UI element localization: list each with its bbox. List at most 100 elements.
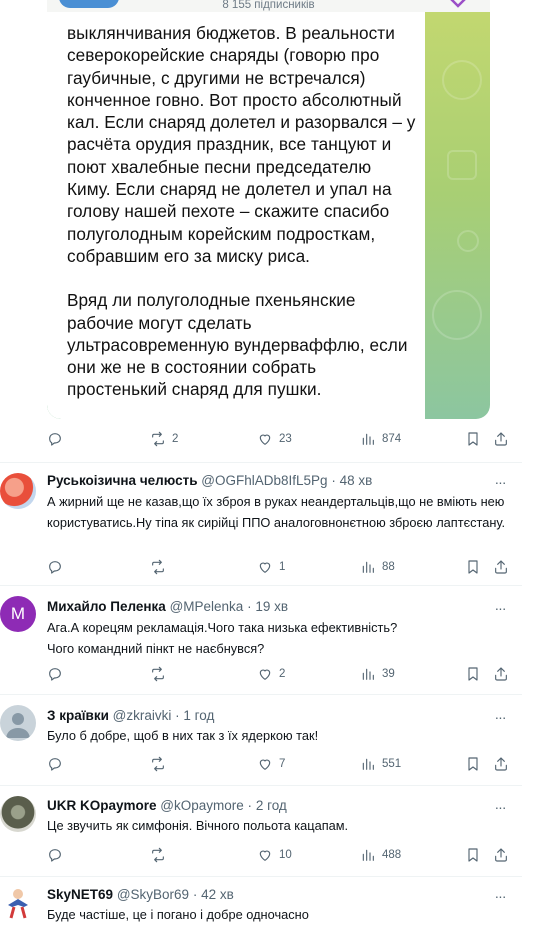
like-button[interactable]: 1: [257, 556, 285, 578]
bookmark-icon: [468, 848, 478, 862]
message-paragraph: выклянчивания бюджетов. В реальности сев…: [67, 23, 416, 266]
reply-header: Михайло Пеленка @MPelenka · 19 хв: [47, 599, 288, 614]
user-handle[interactable]: @SkyBor69: [117, 887, 189, 902]
reply-tweet[interactable]: Руськоізична челюсть @OGFhlADb8IfL5Pg · …: [0, 462, 522, 584]
user-handle[interactable]: @kOpaymore: [160, 798, 243, 813]
analytics-icon: [362, 758, 374, 770]
view-count: 488: [382, 849, 402, 861]
default-profile-icon: [6, 713, 30, 738]
reply-button[interactable]: [47, 663, 63, 685]
like-button[interactable]: 10: [257, 844, 292, 866]
view-count: 874: [382, 433, 402, 445]
reply-button[interactable]: [47, 753, 63, 775]
like-count: 7: [279, 758, 286, 770]
bookmark-icon: [468, 757, 478, 771]
display-name[interactable]: З краївки: [47, 708, 109, 723]
reply-text: Ага.А корецям рекламація.Чого така низьк…: [47, 620, 398, 656]
separator: ·: [247, 798, 253, 813]
views-button[interactable]: 39: [360, 663, 395, 685]
share-icon: [495, 667, 507, 681]
like-button[interactable]: 2: [257, 663, 285, 685]
avatar[interactable]: M: [0, 596, 36, 632]
message-paragraph: Вряд ли полуголодные пхеньянские рабочие…: [67, 290, 408, 400]
avatar[interactable]: [0, 473, 36, 509]
separator: ·: [192, 887, 198, 902]
reply-button[interactable]: [47, 844, 63, 866]
timestamp[interactable]: 2 год: [256, 798, 287, 813]
views-button[interactable]: 488: [360, 844, 401, 866]
repost-button[interactable]: [150, 844, 172, 866]
repost-count: 2: [172, 433, 179, 445]
like-count: 23: [279, 433, 292, 445]
embedded-telegram-screenshot[interactable]: 8 155 підписників выклянчивания бюджетов…: [47, 0, 490, 419]
more-options-button[interactable]: ···: [492, 799, 508, 815]
avatar[interactable]: [0, 796, 36, 832]
more-options-button[interactable]: ···: [492, 474, 508, 490]
bookmark-button[interactable]: [465, 753, 481, 775]
bookmark-button[interactable]: [465, 428, 481, 450]
timestamp[interactable]: 42 хв: [201, 887, 234, 902]
reply-action-bar: 2 39: [0, 663, 522, 685]
views-button[interactable]: 874: [360, 428, 401, 450]
repost-icon: [152, 756, 164, 772]
more-options-button[interactable]: ···: [492, 709, 508, 725]
reply-header: SkyNET69 @SkyBor69 · 42 хв: [47, 887, 234, 902]
timestamp[interactable]: 19 хв: [255, 599, 288, 614]
repost-icon: [152, 666, 164, 682]
avatar[interactable]: [0, 885, 36, 921]
views-button[interactable]: 88: [360, 556, 395, 578]
timestamp[interactable]: 1 год: [183, 708, 214, 723]
reply-tweet[interactable]: UKR KOpaymore @kOpaymore · 2 год ··· Це …: [0, 785, 522, 875]
repost-button[interactable]: 2: [150, 428, 178, 450]
telegram-message-bubble: выклянчивания бюджетов. В реальности сев…: [47, 12, 425, 419]
heart-icon: [259, 850, 271, 861]
reply-button[interactable]: [47, 428, 63, 450]
share-button[interactable]: [493, 428, 509, 450]
analytics-icon: [362, 561, 374, 573]
share-button[interactable]: [493, 753, 509, 775]
user-handle[interactable]: @zkraivki: [113, 708, 172, 723]
repost-icon: [152, 431, 164, 447]
bookmark-button[interactable]: [465, 556, 481, 578]
share-button[interactable]: [493, 663, 509, 685]
like-count: 2: [279, 668, 286, 680]
bookmark-button[interactable]: [465, 844, 481, 866]
share-button[interactable]: [493, 844, 509, 866]
heart-icon: [259, 759, 271, 770]
repost-button[interactable]: [150, 753, 172, 775]
reply-action-bar: 7 551: [0, 753, 522, 775]
reply-button[interactable]: [47, 556, 63, 578]
post-action-bar: 2 23 874: [0, 428, 522, 450]
timestamp[interactable]: 48 хв: [340, 473, 373, 488]
reply-tweet[interactable]: M Михайло Пеленка @MPelenka · 19 хв ··· …: [0, 585, 522, 693]
repost-button[interactable]: [150, 556, 172, 578]
views-button[interactable]: 551: [360, 753, 401, 775]
display-name[interactable]: Михайло Пеленка: [47, 599, 166, 614]
reply-tweet[interactable]: SkyNET69 @SkyBor69 · 42 хв ··· Буде част…: [0, 876, 522, 932]
more-options-button[interactable]: ···: [492, 600, 508, 616]
like-count: 10: [279, 849, 292, 861]
user-handle[interactable]: @OGFhlADb8IfL5Pg: [201, 473, 327, 488]
like-button[interactable]: 23: [257, 428, 292, 450]
like-button[interactable]: 7: [257, 753, 285, 775]
share-button[interactable]: [493, 556, 509, 578]
display-name[interactable]: Руськоізична челюсть: [47, 473, 198, 488]
reply-action-bar: 1 88: [0, 556, 522, 578]
display-name[interactable]: UKR KOpaymore: [47, 798, 157, 813]
user-handle[interactable]: @MPelenka: [170, 599, 244, 614]
avatar[interactable]: [0, 705, 36, 741]
repost-icon: [152, 847, 164, 863]
repost-button[interactable]: [150, 663, 172, 685]
more-options-button[interactable]: ···: [492, 888, 508, 904]
like-count: 1: [279, 561, 286, 573]
analytics-icon: [362, 668, 374, 680]
bookmark-button[interactable]: [465, 663, 481, 685]
view-count: 88: [382, 561, 395, 573]
bookmark-icon: [468, 432, 478, 446]
display-name[interactable]: SkyNET69: [47, 887, 113, 902]
separator: ·: [331, 473, 336, 488]
avatar-figure-icon: [8, 889, 28, 919]
reply-icon: [49, 758, 61, 771]
reply-tweet[interactable]: З краївки @zkraivki · 1 год ··· Було б д…: [0, 694, 522, 784]
analytics-icon: [362, 433, 374, 445]
